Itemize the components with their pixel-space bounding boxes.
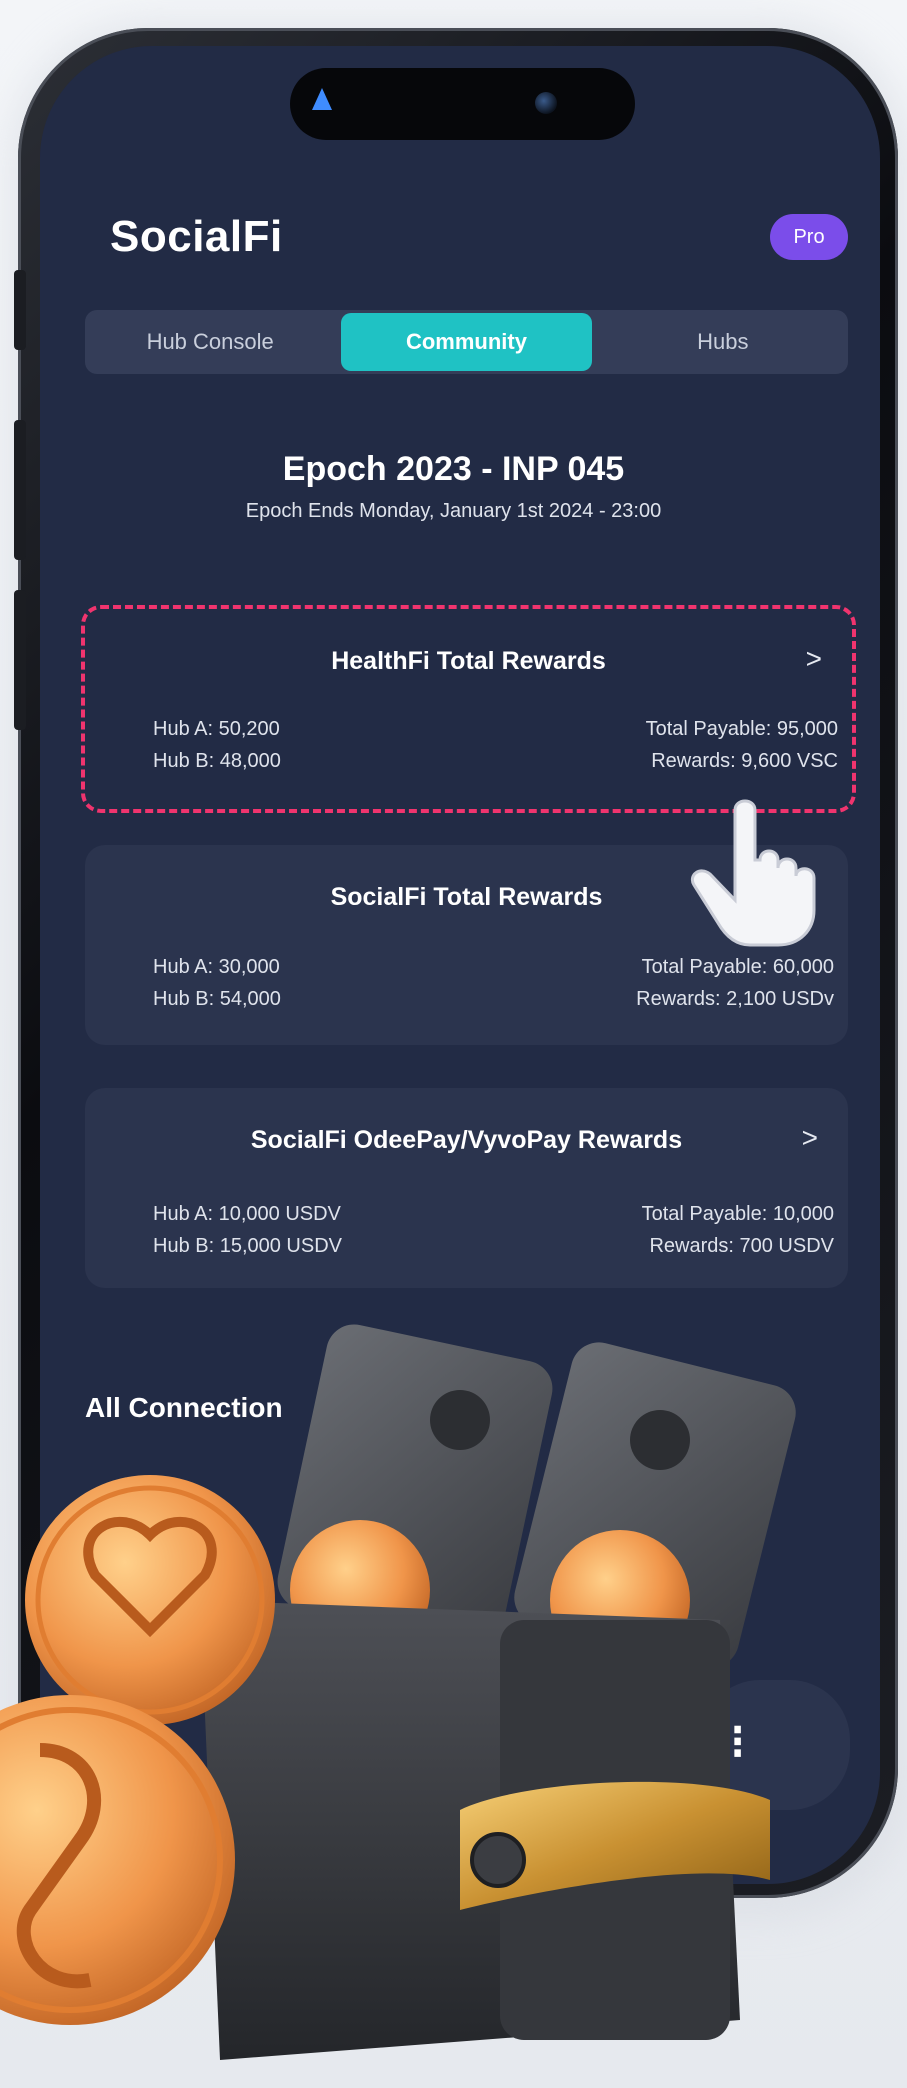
card-totals: Total Payable: 95,000 Rewards: 9,600 VSC [646,713,838,777]
total-payable: Total Payable: 60,000 [641,956,834,978]
wallet-illustration [0,1324,796,2060]
volume-up-button [14,420,26,560]
healthfi-rewards-card[interactable]: HealthFi Total Rewards > Hub A: 50,200 H… [81,605,856,813]
coin-icon [25,1475,275,1725]
side-button [14,270,26,350]
coin-icon [0,1695,235,2025]
pro-badge[interactable]: Pro [770,214,848,260]
epoch-subtitle: Epoch Ends Monday, January 1st 2024 - 23… [245,500,662,522]
total-payable: Total Payable: 10,000 [641,1203,834,1225]
card-title: HealthFi Total Rewards [331,647,606,675]
odeepay-rewards-card[interactable]: SocialFi OdeePay/VyvoPay Rewards > Hub A… [85,1088,848,1288]
tab-hub-console[interactable]: Hub Console [85,313,335,371]
hub-a-value: Hub A: 10,000 USDV [153,1203,341,1225]
volume-down-button [14,590,26,730]
navigation-arrow-icon [312,88,332,110]
tab-community[interactable]: Community [341,313,592,371]
hub-a-value: Hub A: 50,200 [153,718,280,740]
card-hubs: Hub A: 50,200 Hub B: 48,000 [153,713,281,777]
card-totals: Total Payable: 60,000 Rewards: 2,100 USD… [636,951,834,1015]
hub-b-value: Hub B: 48,000 [153,750,281,772]
tab-hubs[interactable]: Hubs [598,313,848,371]
hub-b-value: Hub B: 54,000 [153,988,281,1010]
pointer-hand-icon [691,799,816,947]
chevron-right-icon: > [801,1122,818,1153]
hub-a-value: Hub A: 30,000 [153,956,280,978]
card-hubs: Hub A: 10,000 USDV Hub B: 15,000 USDV [153,1198,342,1262]
rewards-value: Rewards: 9,600 VSC [651,750,838,772]
total-payable: Total Payable: 95,000 [645,718,838,740]
hub-b-value: Hub B: 15,000 USDV [153,1235,342,1257]
card-title: SocialFi OdeePay/VyvoPay Rewards [250,1126,683,1154]
camera-icon [535,92,557,114]
dynamic-island [290,68,635,140]
stage: SocialFi Pro Hub Console Community Hubs … [0,0,907,2088]
card-hubs: Hub A: 30,000 Hub B: 54,000 [153,951,281,1015]
tab-bar: Hub Console Community Hubs [85,310,848,374]
epoch-title: Epoch 2023 - INP 045 [282,450,625,488]
app-title: SocialFi [110,212,283,261]
rewards-value: Rewards: 700 USDV [649,1235,834,1257]
card-totals: Total Payable: 10,000 Rewards: 700 USDV [642,1198,834,1262]
rewards-value: Rewards: 2,100 USDv [636,988,834,1010]
chevron-right-icon: > [805,643,822,674]
